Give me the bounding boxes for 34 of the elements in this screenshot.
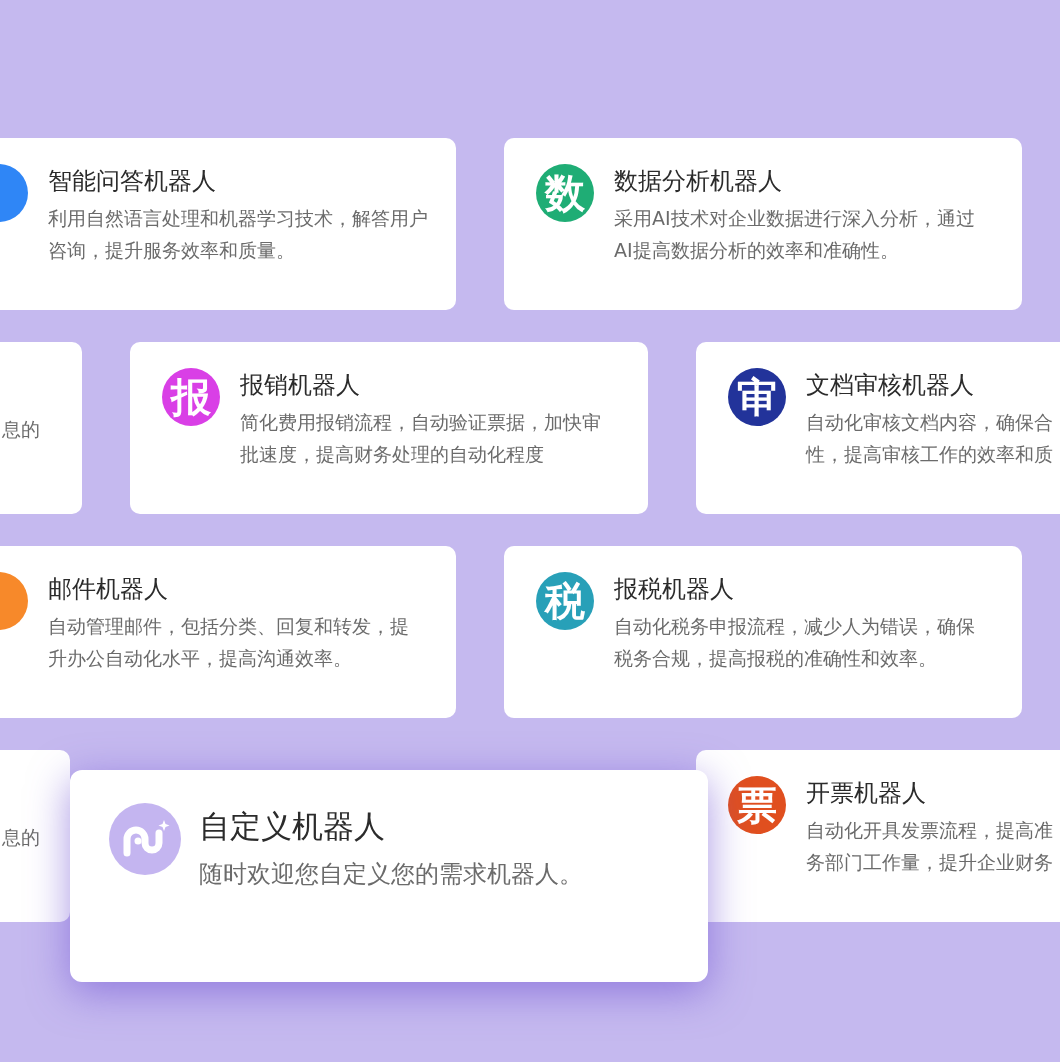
featured-title: 自定义机器人 [199,807,386,846]
featured-description: 随时欢迎您自定义您的需求机器人。 [199,859,583,890]
card-description: 利用自然语言处理和机器学习技术，解答用户 咨询，提升服务效率和质量。 [48,206,428,263]
card-description: 自动化开具发票流程，提高准 务部门工作量，提升企业财务 [806,818,1053,875]
robot-card[interactable]: 智能问答机器人 利用自然语言处理和机器学习技术，解答用户 咨询，提升服务效率和质量。 [0,138,456,310]
card-description: 简化费用报销流程，自动验证票据，加快审 批速度，提高财务处理的自动化程度 [240,410,601,467]
icon-badge: 税 [536,572,594,630]
icon-badge: 票 [728,776,786,834]
card-title: 数据分析机器人 [614,166,783,197]
featured-card[interactable]: 自定义机器人 随时欢迎您自定义您的需求机器人。 [70,770,708,982]
robot-card[interactable]: 审 文档审核机器人 自动化审核文档内容，确保合 性，提高审核工作的效率和质 [696,342,1060,514]
card-title: 报销机器人 [240,370,361,401]
icon-badge: 数 [536,164,594,222]
icon-badge: 报 [162,368,220,426]
card-description: 采用AI技术对企业数据进行深入分析，通过 AI提高数据分析的效率和准确性。 [614,206,975,263]
card-description: 自动化税务申报流程，减少人为错误，确保 税务合规，提高报税的准确性和效率。 [614,614,975,671]
card-title: 邮件机器人 [48,574,169,605]
card-description: 自动管理邮件，包括分类、回复和转发，提 升办公自动化水平，提高沟通效率。 [48,614,409,671]
card-description: 息的 [2,825,40,850]
robot-card[interactable]: 邮件机器人 自动管理邮件，包括分类、回复和转发，提 升办公自动化水平，提高沟通效率。 [0,546,456,718]
robot-card[interactable]: 票 开票机器人 自动化开具发票流程，提高准 务部门工作量，提升企业财务 [696,750,1060,922]
logo-icon [109,803,181,875]
robot-card[interactable]: 数 数据分析机器人 采用AI技术对企业数据进行深入分析，通过 AI提高数据分析的效率和准确性。 [504,138,1022,310]
card-description: 息的 [2,417,40,442]
card-description: 自动化审核文档内容，确保合 性，提高审核工作的效率和质 [806,410,1053,467]
robot-card[interactable]: 报 报销机器人 简化费用报销流程，自动验证票据，加快审 批速度，提高财务处理的自动化程度 [130,342,648,514]
robot-card[interactable]: 息的 [0,750,70,922]
icon-badge: 审 [728,368,786,426]
card-title: 开票机器人 [806,778,927,809]
robot-card[interactable]: 息的 [0,342,82,514]
card-title: 文档审核机器人 [806,370,975,401]
robot-card[interactable]: 税 报税机器人 自动化税务申报流程，减少人为错误，确保 税务合规，提高报税的准确性和效率。 [504,546,1022,718]
card-title: 智能问答机器人 [48,166,217,197]
card-title: 报税机器人 [614,574,735,605]
